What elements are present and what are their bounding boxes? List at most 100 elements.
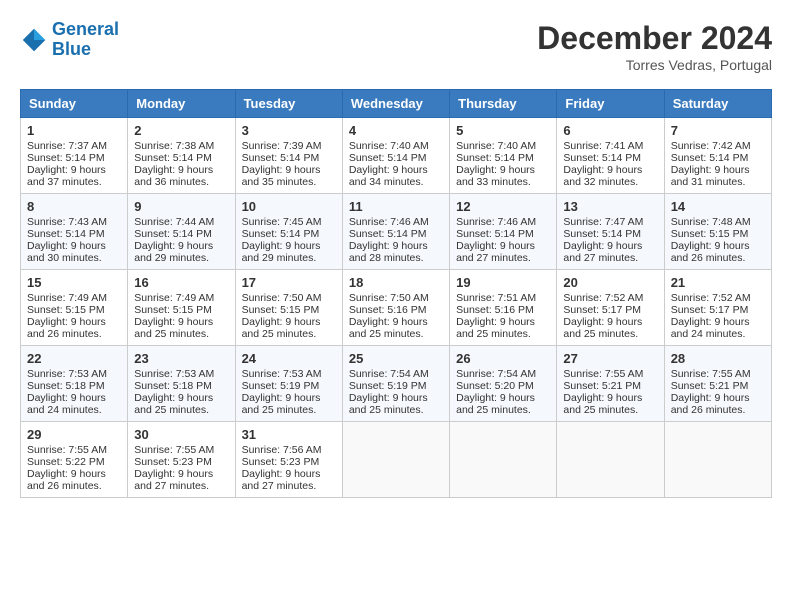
day-info-line: and 33 minutes. xyxy=(456,176,550,188)
calendar-cell: 24Sunrise: 7:53 AMSunset: 5:19 PMDayligh… xyxy=(235,346,342,422)
day-info-line: and 27 minutes. xyxy=(456,252,550,264)
day-info-line: Sunrise: 7:46 AM xyxy=(456,216,550,228)
day-info-line: Sunset: 5:16 PM xyxy=(349,304,443,316)
day-info-line: Sunset: 5:17 PM xyxy=(671,304,765,316)
calendar-cell xyxy=(664,422,771,498)
day-number: 20 xyxy=(563,275,657,290)
calendar-cell: 30Sunrise: 7:55 AMSunset: 5:23 PMDayligh… xyxy=(128,422,235,498)
day-info-line: and 29 minutes. xyxy=(134,252,228,264)
day-number: 10 xyxy=(242,199,336,214)
day-info-line: Sunset: 5:21 PM xyxy=(671,380,765,392)
day-info-line: Daylight: 9 hours xyxy=(134,316,228,328)
calendar-week-row: 29Sunrise: 7:55 AMSunset: 5:22 PMDayligh… xyxy=(21,422,772,498)
day-info-line: and 25 minutes. xyxy=(242,404,336,416)
day-number: 16 xyxy=(134,275,228,290)
day-info-line: Sunset: 5:14 PM xyxy=(134,228,228,240)
day-number: 17 xyxy=(242,275,336,290)
day-info-line: Daylight: 9 hours xyxy=(671,316,765,328)
day-number: 25 xyxy=(349,351,443,366)
day-info-line: and 36 minutes. xyxy=(134,176,228,188)
day-info-line: Sunrise: 7:40 AM xyxy=(456,140,550,152)
day-info-line: Sunrise: 7:55 AM xyxy=(671,368,765,380)
day-info-line: Daylight: 9 hours xyxy=(349,316,443,328)
day-info-line: and 25 minutes. xyxy=(456,404,550,416)
calendar-cell: 10Sunrise: 7:45 AMSunset: 5:14 PMDayligh… xyxy=(235,194,342,270)
day-number: 29 xyxy=(27,427,121,442)
day-info-line: Sunset: 5:15 PM xyxy=(134,304,228,316)
month-title: December 2024 xyxy=(537,20,772,57)
day-info-line: Sunrise: 7:46 AM xyxy=(349,216,443,228)
day-info-line: Sunrise: 7:55 AM xyxy=(563,368,657,380)
day-number: 7 xyxy=(671,123,765,138)
day-info-line: and 34 minutes. xyxy=(349,176,443,188)
day-info-line: Sunrise: 7:52 AM xyxy=(671,292,765,304)
day-info-line: and 25 minutes. xyxy=(242,328,336,340)
calendar-cell: 4Sunrise: 7:40 AMSunset: 5:14 PMDaylight… xyxy=(342,118,449,194)
day-number: 12 xyxy=(456,199,550,214)
calendar-cell: 21 Sunrise: 7:52 AMSunset: 5:17 PMDayligh… xyxy=(664,270,771,346)
location: Torres Vedras, Portugal xyxy=(537,57,772,73)
calendar-cell: 12Sunrise: 7:46 AMSunset: 5:14 PMDayligh… xyxy=(450,194,557,270)
calendar-week-row: 8Sunrise: 7:43 AMSunset: 5:14 PMDaylight… xyxy=(21,194,772,270)
day-info-line: and 26 minutes. xyxy=(671,404,765,416)
calendar-cell: 25Sunrise: 7:54 AMSunset: 5:19 PMDayligh… xyxy=(342,346,449,422)
column-header-saturday: Saturday xyxy=(664,90,771,118)
calendar-cell: 26Sunrise: 7:54 AMSunset: 5:20 PMDayligh… xyxy=(450,346,557,422)
day-number: 23 xyxy=(134,351,228,366)
day-info-line: Daylight: 9 hours xyxy=(563,316,657,328)
day-number: 8 xyxy=(27,199,121,214)
day-info-line: Sunset: 5:14 PM xyxy=(242,228,336,240)
day-number: 13 xyxy=(563,199,657,214)
day-info-line: and 26 minutes. xyxy=(27,480,121,492)
day-info-line: Daylight: 9 hours xyxy=(671,240,765,252)
logo-line1: General xyxy=(52,19,119,39)
day-info-line: Daylight: 9 hours xyxy=(563,392,657,404)
day-info-line: Sunset: 5:17 PM xyxy=(563,304,657,316)
day-info-line: and 27 minutes. xyxy=(563,252,657,264)
day-info-line: Sunset: 5:18 PM xyxy=(27,380,121,392)
day-info-line: Sunset: 5:16 PM xyxy=(456,304,550,316)
calendar-cell: 14Sunrise: 7:48 AMSunset: 5:15 PMDayligh… xyxy=(664,194,771,270)
day-info-line: Sunset: 5:14 PM xyxy=(349,228,443,240)
calendar-week-row: 22Sunrise: 7:53 AMSunset: 5:18 PMDayligh… xyxy=(21,346,772,422)
day-info-line: Daylight: 9 hours xyxy=(563,164,657,176)
day-info-line: Daylight: 9 hours xyxy=(242,240,336,252)
calendar-cell: 22Sunrise: 7:53 AMSunset: 5:18 PMDayligh… xyxy=(21,346,128,422)
day-info-line: Daylight: 9 hours xyxy=(27,164,121,176)
day-info-line: and 26 minutes. xyxy=(671,252,765,264)
day-info-line: Sunrise: 7:37 AM xyxy=(27,140,121,152)
day-info-line: Sunrise: 7:53 AM xyxy=(242,368,336,380)
calendar-cell: 1Sunrise: 7:37 AMSunset: 5:14 PMDaylight… xyxy=(21,118,128,194)
day-info-line: Sunrise: 7:50 AM xyxy=(349,292,443,304)
day-info-line: Sunset: 5:15 PM xyxy=(27,304,121,316)
day-info-line: and 32 minutes. xyxy=(563,176,657,188)
calendar-cell: 7Sunrise: 7:42 AMSunset: 5:14 PMDaylight… xyxy=(664,118,771,194)
day-info-line: Sunrise: 7:49 AM xyxy=(27,292,121,304)
day-info-line: Sunrise: 7:40 AM xyxy=(349,140,443,152)
day-info-line: Daylight: 9 hours xyxy=(456,240,550,252)
day-info-line: and 25 minutes. xyxy=(456,328,550,340)
calendar-cell xyxy=(557,422,664,498)
day-info-line: Sunrise: 7:42 AM xyxy=(671,140,765,152)
column-header-monday: Monday xyxy=(128,90,235,118)
day-info-line: Daylight: 9 hours xyxy=(242,164,336,176)
day-info-line: Daylight: 9 hours xyxy=(456,316,550,328)
day-info-line: Sunset: 5:22 PM xyxy=(27,456,121,468)
logo-icon xyxy=(20,26,48,54)
day-info-line: and 28 minutes. xyxy=(349,252,443,264)
day-number: 30 xyxy=(134,427,228,442)
day-info-line: Sunrise: 7:53 AM xyxy=(134,368,228,380)
day-info-line: and 25 minutes. xyxy=(563,328,657,340)
day-info-line: Sunset: 5:23 PM xyxy=(242,456,336,468)
day-info-line: Sunrise: 7:56 AM xyxy=(242,444,336,456)
day-number: 26 xyxy=(456,351,550,366)
day-number: 21 xyxy=(671,275,765,290)
day-number: 15 xyxy=(27,275,121,290)
day-info-line: and 27 minutes. xyxy=(242,480,336,492)
day-info-line: Daylight: 9 hours xyxy=(134,468,228,480)
day-info-line: and 25 minutes. xyxy=(349,404,443,416)
page-header: General Blue December 2024 Torres Vedras… xyxy=(20,20,772,73)
day-number: 24 xyxy=(242,351,336,366)
calendar-cell: 15Sunrise: 7:49 AMSunset: 5:15 PMDayligh… xyxy=(21,270,128,346)
calendar-cell xyxy=(342,422,449,498)
